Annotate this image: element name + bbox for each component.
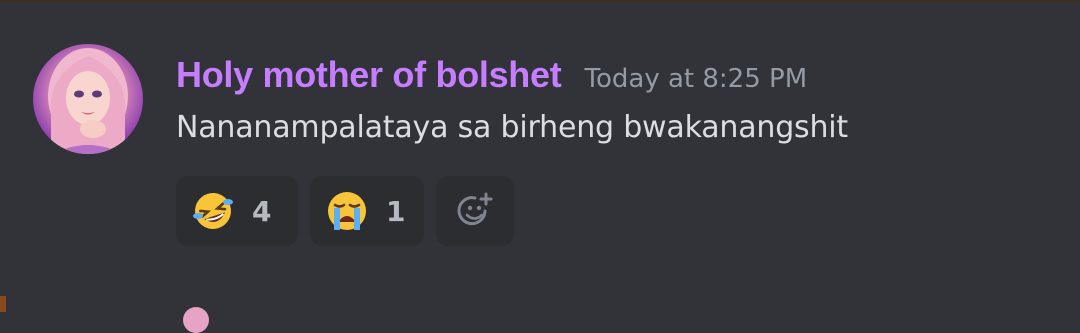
message-content: Nananampalataya sa birheng bwakanangshit (176, 110, 848, 145)
reaction-count: 4 (252, 194, 272, 228)
next-message-avatar (183, 307, 209, 333)
loudly-crying-face-emoji (328, 192, 366, 230)
reaction-count: 1 (386, 194, 406, 228)
username[interactable]: Holy mother of bolshet (176, 54, 562, 95)
message-header: Holy mother of bolshet Today at 8:25 PM (176, 54, 807, 100)
left-edge-accent (0, 296, 6, 312)
reaction-crying[interactable]: 1 (310, 176, 424, 246)
add-reaction-button[interactable] (436, 176, 514, 246)
chat-message: Holy mother of bolshet Today at 8:25 PM … (0, 0, 1080, 290)
rolling-on-floor-laughing-emoji (193, 193, 233, 229)
reaction-laughing[interactable]: 4 (176, 176, 298, 246)
timestamp[interactable]: Today at 8:25 PM (585, 64, 808, 94)
avatar[interactable] (33, 44, 143, 154)
add-reaction-icon (457, 192, 493, 226)
